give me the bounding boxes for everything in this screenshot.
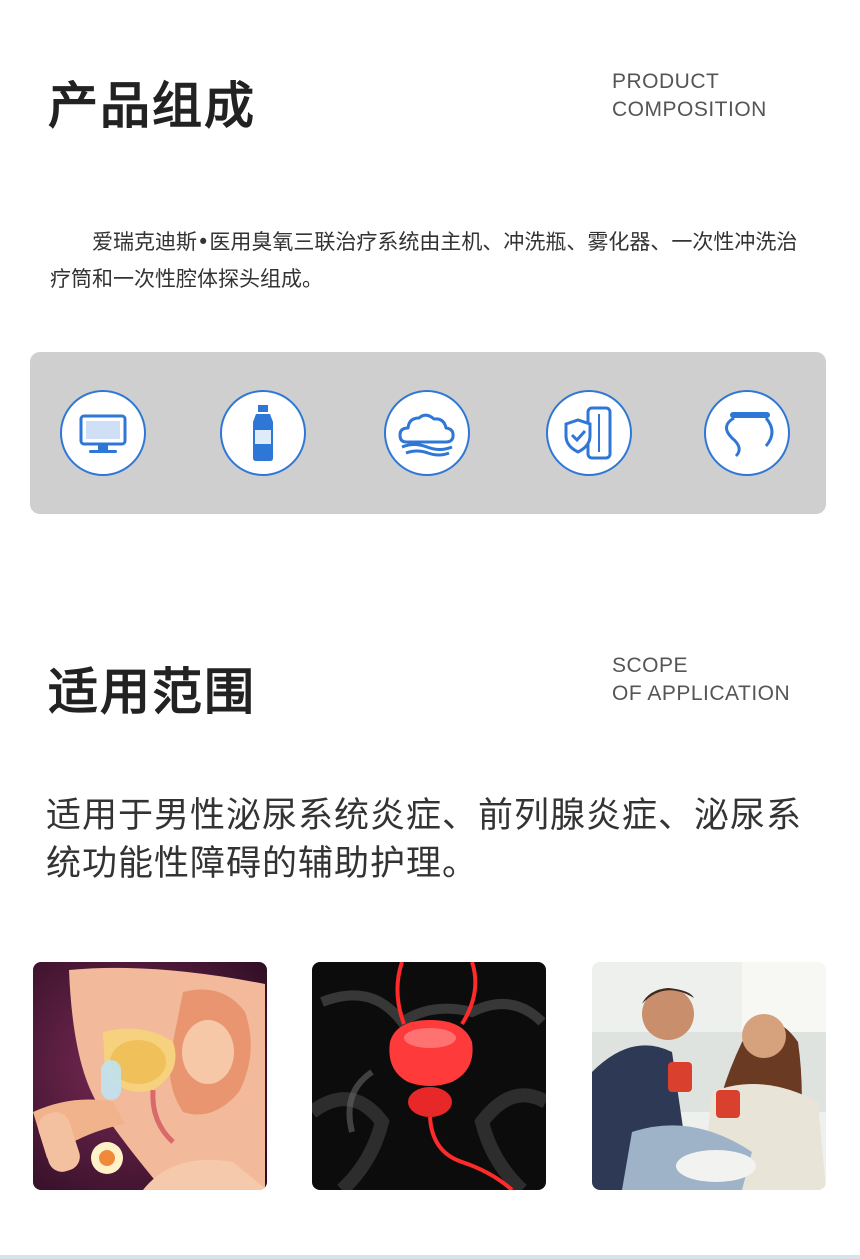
urinary-anatomy-illustration xyxy=(33,962,267,1190)
composition-en-line1: PRODUCT xyxy=(612,70,720,93)
couple-drinking-photo xyxy=(592,962,826,1190)
composition-description: 爱瑞克迪斯•医用臭氧三联治疗系统由主机、冲洗瓶、雾化器、一次性冲洗治疗筒和一次性… xyxy=(50,230,798,291)
scope-en-line2: OF APPLICATION xyxy=(612,682,791,705)
scope-en-line1: SCOPE xyxy=(612,654,689,677)
scope-en-title: SCOPE OF APPLICATION xyxy=(612,652,790,708)
monitor-icon xyxy=(60,390,146,476)
probe-tube-icon xyxy=(704,390,790,476)
composition-title: 产品组成 xyxy=(48,77,256,135)
composition-en-line2: COMPOSITION xyxy=(612,98,767,121)
cloud-mist-icon xyxy=(384,390,470,476)
composition-en-title: PRODUCT COMPOSITION xyxy=(612,68,767,124)
scope-title: 适用范围 xyxy=(48,663,256,721)
bottle-icon xyxy=(220,390,306,476)
bottom-divider xyxy=(0,1255,860,1259)
treatment-cartridge-icon xyxy=(546,390,632,476)
prostate-xray-illustration xyxy=(312,962,546,1190)
scope-description: 适用于男性泌尿系统炎症、前列腺炎症、泌尿系统功能性障碍的辅助护理。 xyxy=(46,796,803,884)
